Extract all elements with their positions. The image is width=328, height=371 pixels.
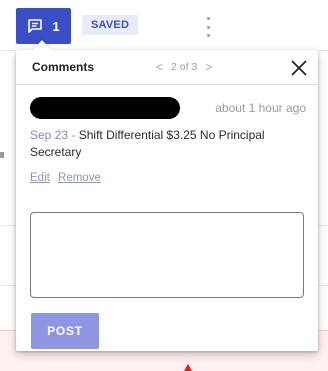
more-options-icon[interactable] xyxy=(203,17,213,37)
pager-position: 2 of 3 xyxy=(171,61,198,73)
previous-comment-icon[interactable]: < xyxy=(156,60,163,74)
reply-textarea[interactable] xyxy=(30,212,304,298)
warning-caret-icon xyxy=(184,364,192,371)
edit-comment-link[interactable]: Edit xyxy=(30,172,50,184)
row-toolbar: 1 SAVED xyxy=(0,0,328,50)
comment-actions: Edit Remove xyxy=(30,172,106,184)
redacted-author-name xyxy=(30,97,180,119)
page: 1 SAVED Comments < 2 of 3 > about 1 hour… xyxy=(0,0,328,371)
remove-comment-link[interactable]: Remove xyxy=(58,172,101,184)
comment-text: Sep 23 - Shift Differential $3.25 No Pri… xyxy=(30,127,306,161)
next-comment-icon[interactable]: > xyxy=(205,60,212,74)
comment-icon xyxy=(27,18,43,34)
background-text-fragment xyxy=(0,152,4,158)
popover-title: Comments xyxy=(32,60,95,74)
comment-pager: < 2 of 3 > xyxy=(156,60,212,74)
comment-date-separator: - xyxy=(68,128,79,142)
comment-date: Sep 23 xyxy=(30,128,69,142)
close-icon[interactable] xyxy=(290,59,308,77)
saved-status-badge: SAVED xyxy=(82,15,139,35)
comments-popover: Comments < 2 of 3 > about 1 hour ago Sep… xyxy=(16,40,318,351)
post-button[interactable]: POST xyxy=(31,313,99,349)
popover-header: Comments < 2 of 3 > xyxy=(16,50,318,85)
comment-count: 1 xyxy=(52,18,60,34)
comments-button[interactable]: 1 xyxy=(16,8,71,44)
comment-timestamp: about 1 hour ago xyxy=(215,101,306,115)
